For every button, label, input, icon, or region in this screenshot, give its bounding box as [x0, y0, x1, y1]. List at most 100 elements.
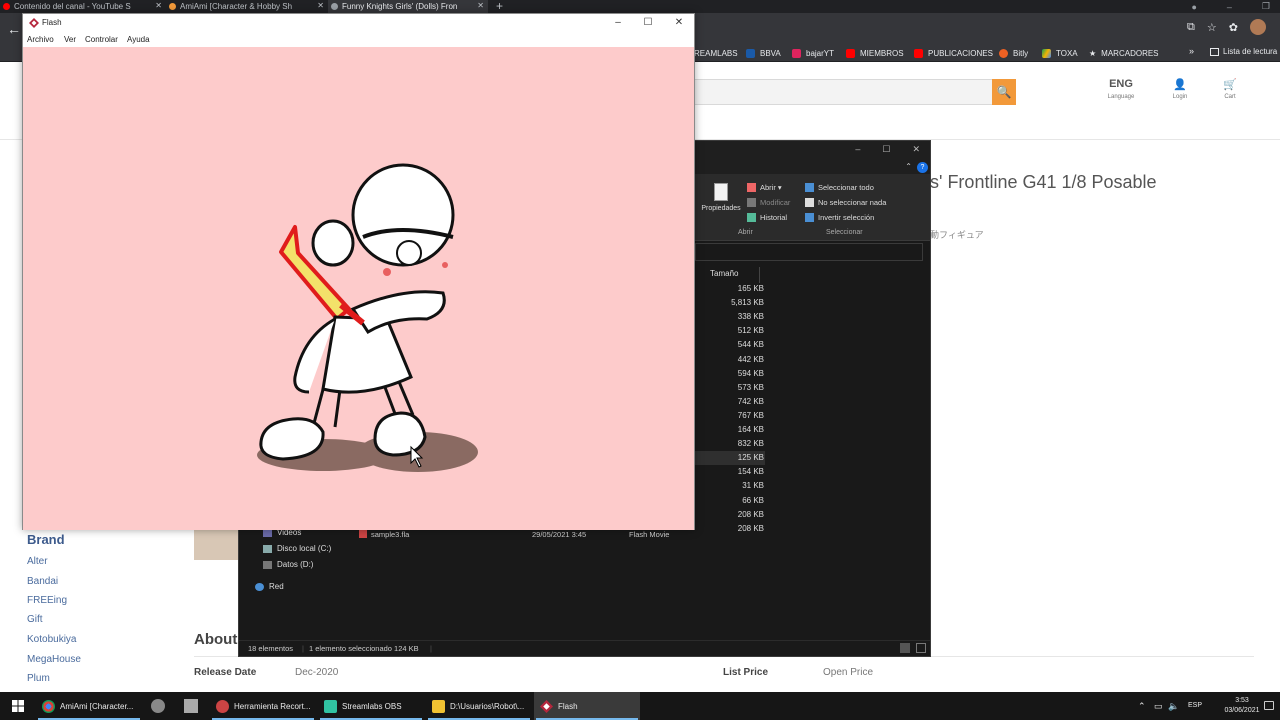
brand-link-megahouse[interactable]: MegaHouse: [27, 654, 81, 665]
extensions-icon[interactable]: ✿: [1229, 21, 1238, 34]
brand-link-alter[interactable]: Alter: [27, 556, 48, 567]
clock[interactable]: 3:53 03/06/2021: [1222, 696, 1262, 716]
details-view-icon[interactable]: [900, 643, 910, 653]
taskbar-app-snipping-tool[interactable]: Herramienta Recort...: [210, 692, 316, 720]
brand-link-plum[interactable]: Plum: [27, 673, 50, 684]
site-search-input[interactable]: [694, 79, 992, 105]
chevron-up-icon[interactable]: ⌃: [1138, 701, 1146, 712]
column-divider[interactable]: [759, 267, 760, 283]
column-header-size[interactable]: Tamaño: [710, 269, 738, 278]
bookmark-bbva[interactable]: BBVA: [746, 47, 781, 60]
nav-item-data-d[interactable]: Datos (D:): [263, 560, 313, 569]
file-size-cell[interactable]: 31 KB: [695, 479, 765, 493]
bookmark-star-icon[interactable]: ☆: [1207, 21, 1217, 34]
properties-button[interactable]: Propiedades: [697, 183, 745, 212]
large-icons-view-icon[interactable]: [916, 643, 926, 653]
open-button[interactable]: Abrir ▾: [747, 183, 782, 192]
maximize-icon[interactable]: ❐: [1262, 1, 1270, 12]
brand-link-gift[interactable]: Gift: [27, 614, 43, 625]
menu-archivo[interactable]: Archivo: [27, 35, 54, 44]
modify-button[interactable]: Modificar: [747, 198, 790, 207]
nav-item-network[interactable]: Red: [255, 582, 284, 591]
new-tab-button[interactable]: +: [496, 0, 503, 13]
file-size-cell[interactable]: 125 KB: [695, 451, 765, 466]
file-size-cell[interactable]: 767 KB: [695, 409, 765, 423]
browser-tab-funny-knights[interactable]: Funny Knights Girls' (Dolls) Fron ✕: [328, 0, 488, 13]
select-all-button[interactable]: Seleccionar todo: [805, 183, 874, 192]
notifications-icon[interactable]: [1264, 701, 1274, 710]
file-row[interactable]: sample3.fla 29/05/2021 3:45 Flash Movie: [359, 530, 759, 542]
close-tab-icon[interactable]: ✕: [155, 1, 162, 10]
settings-gear-icon[interactable]: [151, 699, 165, 713]
file-size-cell[interactable]: 512 KB: [695, 324, 765, 338]
file-size-cell[interactable]: 164 KB: [695, 423, 765, 437]
profile-dot-icon[interactable]: ●: [1191, 2, 1196, 12]
browser-tab-amiami[interactable]: AmiAmi [Character & Hobby Sh ✕: [166, 0, 328, 13]
brand-link-bandai[interactable]: Bandai: [27, 576, 58, 587]
taskbar-app-explorer[interactable]: D:\Usuarios\Robot\...: [426, 692, 532, 720]
file-size-cell[interactable]: 154 KB: [695, 465, 765, 479]
input-language[interactable]: ESP: [1188, 702, 1202, 709]
brand-link-freeing[interactable]: FREEing: [27, 595, 67, 606]
language-selector[interactable]: ENG Language: [1096, 78, 1146, 100]
help-icon[interactable]: ?: [917, 162, 928, 173]
collapse-ribbon-icon[interactable]: ⌃: [905, 162, 912, 171]
bookmark-bitly[interactable]: Bitly: [999, 47, 1028, 60]
bookmark-publicaciones[interactable]: PUBLICACIONES: [914, 47, 993, 60]
windows-start-icon[interactable]: [12, 700, 24, 712]
close-tab-icon[interactable]: ✕: [477, 1, 484, 10]
reading-list-button[interactable]: Lista de lectura: [1210, 47, 1277, 56]
brand-link-kotobukiya[interactable]: Kotobukiya: [27, 634, 76, 645]
taskbar-app-flash[interactable]: Flash: [534, 692, 640, 720]
app-tool-icon[interactable]: [184, 699, 198, 713]
minimize-icon[interactable]: –: [1227, 2, 1232, 12]
bookmark-miembros[interactable]: MIEMBROS: [846, 47, 904, 60]
menu-ver[interactable]: Ver: [64, 35, 76, 44]
file-size-cell[interactable]: 742 KB: [695, 395, 765, 409]
file-size-cell[interactable]: 544 KB: [695, 338, 765, 352]
bookmark-toxa[interactable]: TOXA: [1042, 47, 1078, 60]
close-icon[interactable]: ✕: [669, 16, 689, 30]
nav-item-disk-c[interactable]: Disco local (C:): [263, 544, 331, 553]
close-tab-icon[interactable]: ✕: [317, 1, 324, 10]
network-icon[interactable]: ▭: [1154, 701, 1163, 712]
bookmark-bajaryt[interactable]: bajarYT: [792, 47, 834, 60]
cart-button[interactable]: 🛒 Cart: [1205, 78, 1255, 100]
volume-icon[interactable]: 🔈: [1168, 701, 1179, 712]
search-button[interactable]: 🔍: [992, 79, 1016, 105]
file-size-cell[interactable]: 442 KB: [695, 353, 765, 367]
file-size-cell[interactable]: 165 KB: [695, 282, 765, 296]
close-icon[interactable]: ✕: [912, 144, 920, 155]
explorer-search-box[interactable]: [695, 243, 923, 261]
menu-ayuda[interactable]: Ayuda: [127, 35, 150, 44]
invert-selection-button[interactable]: Invertir selección: [805, 213, 874, 222]
bookmark-streamlabs[interactable]: REAMLABS: [694, 47, 738, 60]
translate-icon[interactable]: ⧉: [1187, 21, 1195, 34]
maximize-icon[interactable]: ☐: [638, 16, 658, 30]
browser-tab-bar: Contenido del canal - YouTube S ✕ AmiAmi…: [0, 0, 1280, 13]
browser-tab-youtube[interactable]: Contenido del canal - YouTube S ✕: [0, 0, 166, 13]
profile-avatar[interactable]: [1250, 19, 1266, 35]
history-button[interactable]: Historial: [747, 213, 787, 222]
file-size-cell[interactable]: 5,813 KB: [695, 296, 765, 310]
minimize-icon[interactable]: –: [855, 144, 860, 155]
file-size-cell[interactable]: 66 KB: [695, 494, 765, 508]
login-button[interactable]: 👤 Login: [1155, 78, 1205, 100]
file-size-cell[interactable]: 573 KB: [695, 381, 765, 395]
minimize-icon[interactable]: –: [608, 16, 628, 30]
more-bookmarks-button[interactable]: »: [1189, 46, 1194, 56]
product-thumbnail[interactable]: [194, 530, 240, 560]
taskbar-app-chrome[interactable]: AmiAmi [Character...: [36, 692, 142, 720]
menu-controlar[interactable]: Controlar: [85, 35, 118, 44]
taskbar-app-streamlabs[interactable]: Streamlabs OBS: [318, 692, 424, 720]
file-size-cell[interactable]: 832 KB: [695, 437, 765, 451]
file-size-cell[interactable]: 208 KB: [695, 508, 765, 522]
back-button[interactable]: ←: [7, 21, 21, 37]
address-bar[interactable]: [700, 20, 1170, 38]
maximize-icon[interactable]: ☐: [882, 144, 890, 155]
bookmark-marcadores[interactable]: ★ MARCADORES: [1089, 47, 1159, 60]
flash-stage[interactable]: [23, 47, 694, 530]
file-size-cell[interactable]: 338 KB: [695, 310, 765, 324]
file-size-cell[interactable]: 594 KB: [695, 367, 765, 381]
select-none-button[interactable]: No seleccionar nada: [805, 198, 886, 207]
